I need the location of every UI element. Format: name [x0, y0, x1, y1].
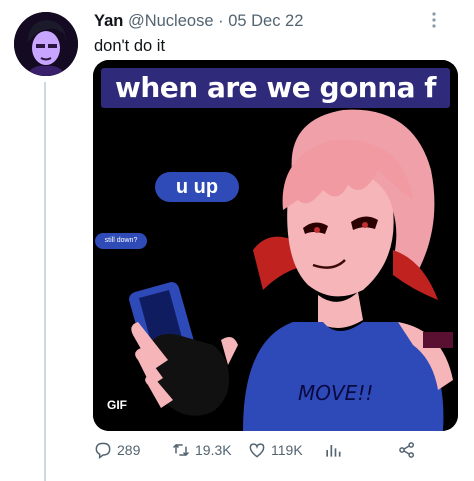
gif-caption-bar: when are we gonna f — [101, 68, 450, 108]
retweet-icon — [172, 443, 190, 457]
retweet-button[interactable]: 19.3K — [171, 440, 232, 460]
tweet-header: Yan @Nucleose · 05 Dec 22 — [94, 12, 303, 31]
views-icon — [326, 445, 341, 457]
gif-badge: GIF — [107, 398, 127, 412]
share-button[interactable] — [397, 440, 421, 460]
chat-bubble-still-down: still down? — [95, 233, 147, 249]
reply-count: 289 — [117, 442, 141, 458]
thread-line — [44, 82, 46, 481]
chat-bubble-u-up: u up — [155, 172, 239, 202]
like-button[interactable]: 119K — [247, 440, 303, 460]
author-name[interactable]: Yan — [94, 12, 123, 30]
tweet-text: don't do it — [94, 37, 166, 55]
gif-illustration: MOVE!! — [93, 60, 458, 431]
reply-icon — [95, 442, 111, 459]
tweet-actions: 289 19.3K 119K — [93, 440, 458, 470]
author-handle[interactable]: @Nucleose — [128, 12, 214, 30]
separator: · — [218, 12, 224, 30]
avatar[interactable] — [14, 12, 78, 76]
reply-button[interactable]: 289 — [93, 440, 140, 460]
tweet-media-gif[interactable]: MOVE!! when are we gonna f u up still do… — [93, 60, 458, 431]
tweet-date[interactable]: 05 Dec 22 — [228, 12, 303, 30]
gif-caption: when are we gonna f — [115, 71, 437, 104]
views-button[interactable] — [323, 440, 347, 460]
like-icon — [249, 443, 265, 458]
more-icon[interactable] — [426, 10, 442, 30]
retweet-count: 19.3K — [195, 442, 232, 458]
like-count: 119K — [271, 442, 303, 458]
shirt-text: MOVE!! — [298, 381, 373, 405]
share-icon — [399, 442, 414, 458]
